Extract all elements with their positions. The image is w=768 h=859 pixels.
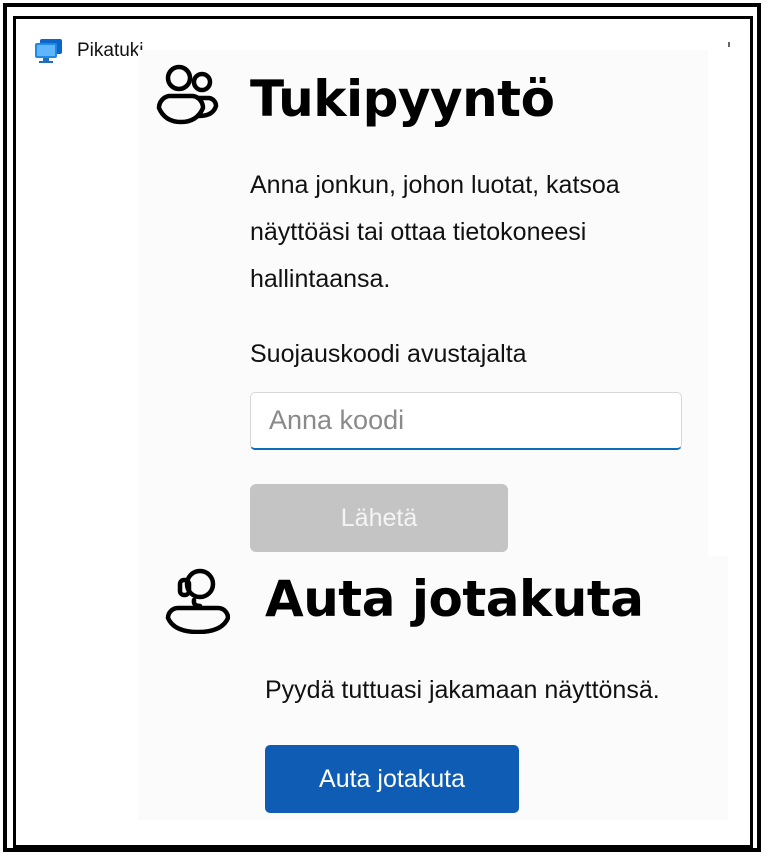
code-input[interactable]	[250, 392, 682, 450]
remote-desktop-monitor-icon	[34, 38, 64, 64]
request-description: Anna jonkun, johon luotat, katsoa näyttö…	[250, 171, 620, 293]
person-headset-icon	[160, 562, 231, 635]
help-heading: Auta jotakuta	[265, 570, 644, 628]
send-button[interactable]: Lähetä	[250, 484, 508, 552]
code-label: Suojauskoodi avustajalta	[250, 340, 527, 368]
window-title: Pikatuki	[77, 40, 144, 61]
help-someone-button[interactable]: Auta jotakuta	[265, 745, 519, 813]
edge-mark	[728, 42, 730, 47]
people-group-icon	[145, 60, 221, 126]
help-description: Pyydä tuttuasi jakamaan näyttönsä.	[265, 676, 660, 704]
request-heading: Tukipyyntö	[250, 70, 555, 128]
